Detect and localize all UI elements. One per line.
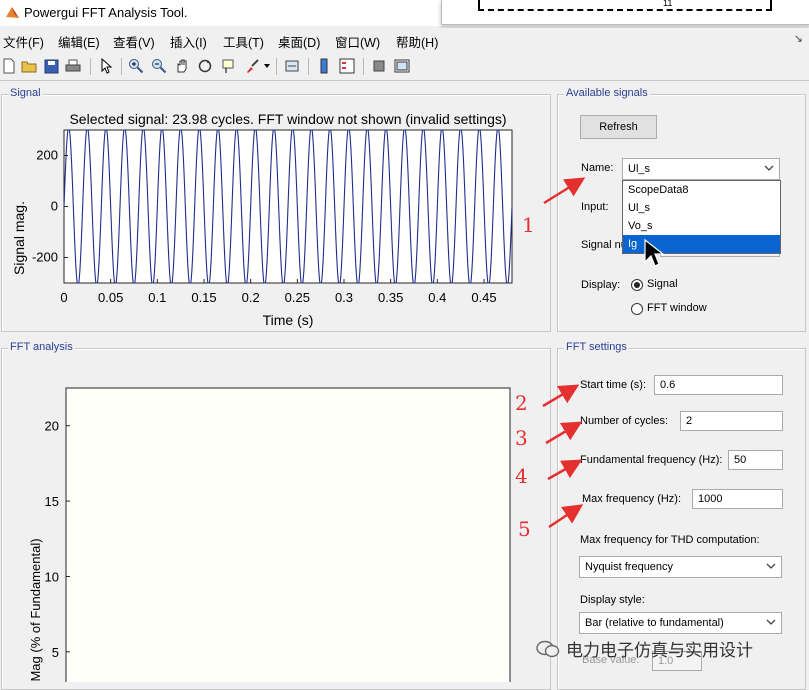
annotation-arrow-4 bbox=[547, 459, 583, 481]
annotation-arrow-1 bbox=[543, 177, 586, 205]
annotation-label-2: 2 bbox=[515, 391, 528, 415]
annotation-label-3: 3 bbox=[515, 426, 528, 450]
annotation-label-1: 1 bbox=[522, 213, 535, 237]
watermark: 电力电子仿真与实用设计 bbox=[536, 636, 753, 661]
annotation-arrows bbox=[542, 177, 586, 529]
annotation-arrow-3 bbox=[545, 421, 583, 445]
annotation-label-5: 5 bbox=[518, 517, 531, 541]
annotation-label-4: 4 bbox=[515, 464, 528, 488]
annotation-arrow-5 bbox=[548, 504, 584, 529]
annotation-arrow-2 bbox=[542, 384, 580, 408]
wechat-icon bbox=[536, 640, 560, 657]
watermark-text: 电力电子仿真与实用设计 bbox=[566, 641, 753, 660]
